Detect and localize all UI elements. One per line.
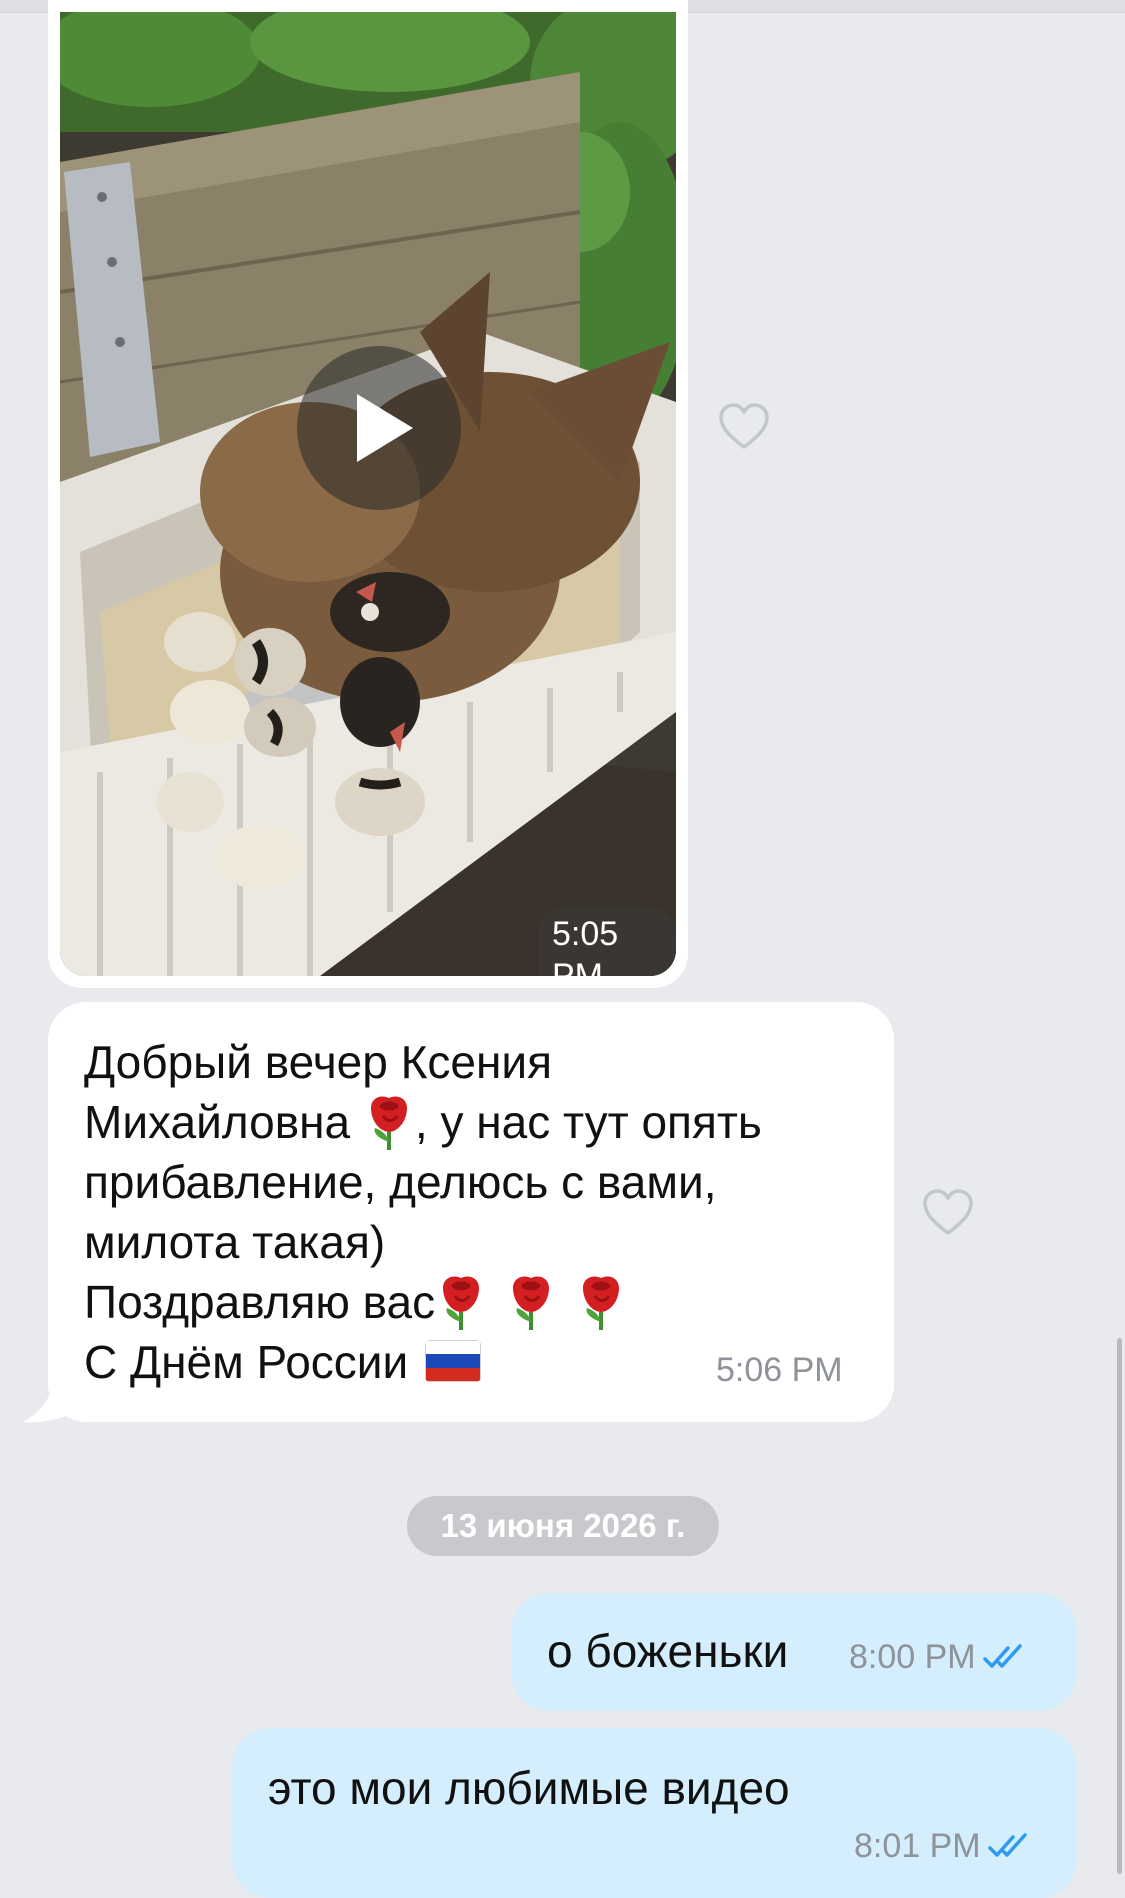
play-button[interactable] [297,346,461,510]
rose-icon [505,1272,557,1332]
message-line-part: Поздравляю вас [84,1276,436,1328]
message-line-with-emoji: Поздравляю вас [84,1272,874,1332]
message-meta: 8:01 PM [854,1826,1031,1866]
message-line: Добрый вечер Ксения [84,1036,552,1088]
video-timestamp: 5:05 PM [538,908,676,976]
rose-icon [575,1272,627,1332]
double-check-icon [987,1832,1031,1860]
message-timestamp: 8:01 PM [854,1827,981,1865]
message-text: Добрый вечер Ксения Михайловна , у нас т… [84,1032,874,1392]
message-line: прибавление, делюсь с вами, [84,1156,717,1208]
incoming-text-message[interactable]: Добрый вечер Ксения Михайловна , у нас т… [48,1002,894,1422]
russia-flag-icon [424,1340,481,1382]
rose-icon [363,1092,415,1152]
message-line-with-emoji: Михайловна , у нас тут опять [84,1092,874,1152]
double-check-icon [982,1643,1026,1671]
video-thumbnail[interactable]: 5:05 PM [60,12,676,976]
outgoing-message[interactable]: это мои любимые видео 8:01 PM [232,1728,1077,1898]
message-text: это мои любимые видео [268,1762,790,1814]
message-line-part: Михайловна [84,1096,351,1148]
heart-outline-icon[interactable] [718,403,770,451]
date-separator: 13 июня 2026 г. [407,1496,719,1556]
message-line-part: , у нас тут опять [414,1096,762,1148]
heart-outline-icon[interactable] [922,1189,974,1237]
rose-icon [435,1272,487,1332]
incoming-video-message[interactable]: 5:05 PM [48,0,688,988]
message-line-part: С Днём России [84,1336,409,1388]
scrollbar[interactable] [1117,1338,1122,1874]
play-icon [357,394,413,462]
outgoing-message[interactable]: о боженьки 8:00 PM [511,1593,1077,1711]
message-meta: 8:00 PM [849,1637,1026,1677]
message-line: милота такая) [84,1216,386,1268]
message-timestamp: 8:00 PM [849,1638,976,1676]
message-text: о боженьки [547,1625,789,1677]
message-timestamp: 5:06 PM [716,1351,843,1389]
